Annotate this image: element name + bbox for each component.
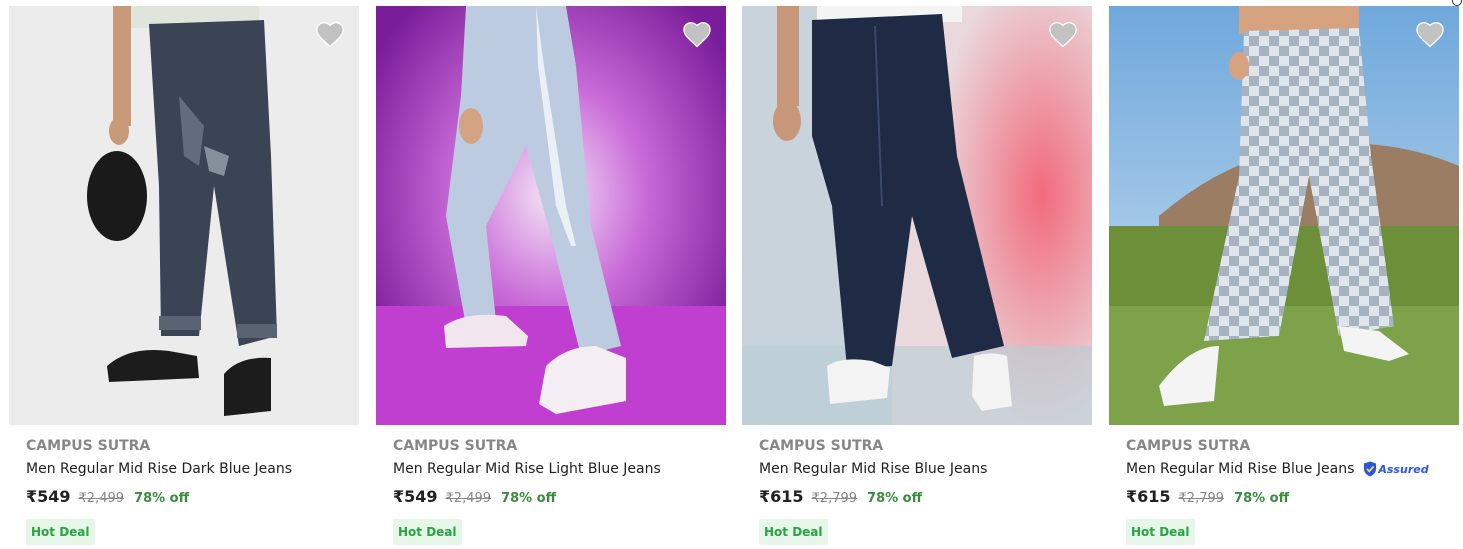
product-info: CAMPUS SUTRA Men Regular Mid Rise Blue J… bbox=[1109, 437, 1459, 545]
checkered-jeans-photo bbox=[1109, 6, 1459, 425]
product-info: CAMPUS SUTRA Men Regular Mid Rise Dark B… bbox=[9, 437, 359, 545]
discount-label: 78% off bbox=[1234, 491, 1290, 506]
product-card[interactable]: CAMPUS SUTRA Men Regular Mid Rise Blue J… bbox=[742, 6, 1092, 549]
discount-label: 78% off bbox=[134, 491, 190, 506]
selling-price: ₹615 bbox=[759, 487, 804, 506]
price-row: ₹615 ₹2,799 78% off bbox=[1126, 487, 1459, 509]
brand-name: CAMPUS SUTRA bbox=[393, 438, 518, 454]
discount-label: 78% off bbox=[867, 491, 923, 506]
heart-icon[interactable] bbox=[682, 20, 712, 48]
product-card[interactable]: CAMPUS SUTRA Men Regular Mid Rise Dark B… bbox=[9, 6, 359, 549]
selling-price: ₹549 bbox=[393, 487, 438, 506]
brand-name: CAMPUS SUTRA bbox=[759, 438, 884, 454]
brand-name: CAMPUS SUTRA bbox=[1126, 438, 1251, 454]
assured-label: Assured bbox=[1378, 462, 1429, 476]
heart-icon[interactable] bbox=[1048, 20, 1078, 48]
dark-blue-jeans-photo bbox=[9, 6, 359, 425]
price-row: ₹615 ₹2,799 78% off bbox=[759, 487, 1092, 509]
hot-deal-badge: Hot Deal bbox=[26, 519, 95, 545]
product-image[interactable] bbox=[742, 6, 1092, 425]
discount-label: 78% off bbox=[501, 491, 557, 506]
brand-name: CAMPUS SUTRA bbox=[26, 438, 151, 454]
product-image[interactable] bbox=[376, 6, 726, 425]
blue-jeans-photo bbox=[742, 6, 1092, 425]
hot-deal-badge: Hot Deal bbox=[393, 519, 462, 545]
product-title[interactable]: Men Regular Mid Rise Dark Blue Jeans bbox=[26, 459, 292, 479]
assured-shield-icon bbox=[1364, 461, 1377, 477]
product-title[interactable]: Men Regular Mid Rise Blue Jeans bbox=[1126, 459, 1354, 479]
original-price: ₹2,499 bbox=[445, 491, 492, 506]
original-price: ₹2,799 bbox=[811, 491, 858, 506]
hot-deal-badge: Hot Deal bbox=[759, 519, 828, 545]
heart-icon[interactable] bbox=[1415, 20, 1445, 48]
product-image[interactable] bbox=[9, 6, 359, 425]
selling-price: ₹549 bbox=[26, 487, 71, 506]
product-info: CAMPUS SUTRA Men Regular Mid Rise Light … bbox=[376, 437, 726, 545]
original-price: ₹2,499 bbox=[78, 491, 125, 506]
product-card[interactable]: CAMPUS SUTRA Men Regular Mid Rise Light … bbox=[376, 6, 726, 549]
hot-deal-badge: Hot Deal bbox=[1126, 519, 1195, 545]
price-row: ₹549 ₹2,499 78% off bbox=[393, 487, 726, 509]
product-grid: CAMPUS SUTRA Men Regular Mid Rise Dark B… bbox=[0, 0, 1463, 549]
product-card[interactable]: CAMPUS SUTRA Men Regular Mid Rise Blue J… bbox=[1109, 6, 1459, 549]
product-info: CAMPUS SUTRA Men Regular Mid Rise Blue J… bbox=[742, 437, 1092, 545]
title-row: Men Regular Mid Rise Light Blue Jeans bbox=[393, 459, 726, 479]
light-blue-jeans-photo bbox=[376, 6, 726, 425]
title-row: Men Regular Mid Rise Dark Blue Jeans bbox=[26, 459, 359, 479]
original-price: ₹2,799 bbox=[1178, 491, 1225, 506]
product-image[interactable] bbox=[1109, 6, 1459, 425]
title-row: Men Regular Mid Rise Blue Jeans bbox=[759, 459, 1092, 479]
product-title[interactable]: Men Regular Mid Rise Light Blue Jeans bbox=[393, 459, 661, 479]
selling-price: ₹615 bbox=[1126, 487, 1171, 506]
price-row: ₹549 ₹2,499 78% off bbox=[26, 487, 359, 509]
heart-icon[interactable] bbox=[315, 20, 345, 48]
product-title[interactable]: Men Regular Mid Rise Blue Jeans bbox=[759, 459, 987, 479]
title-row: Men Regular Mid Rise Blue Jeans Assured bbox=[1126, 459, 1459, 479]
assured-badge: Assured bbox=[1363, 461, 1429, 477]
